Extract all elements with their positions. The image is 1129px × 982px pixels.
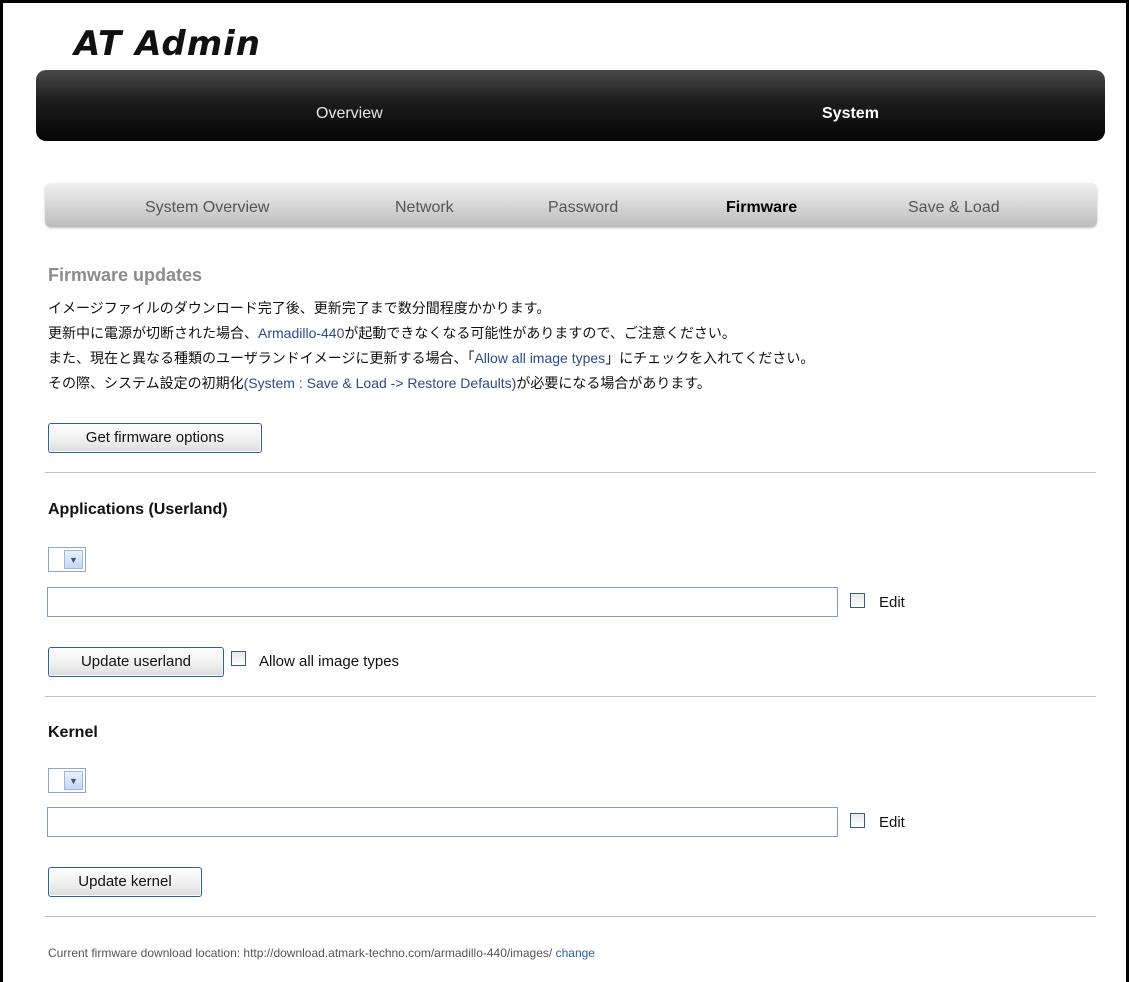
allow-all-image-types-label: Allow all image types bbox=[259, 653, 400, 670]
userland-edit-checkbox[interactable] bbox=[850, 593, 865, 608]
kernel-image-select[interactable]: ▼ bbox=[48, 768, 86, 793]
main-nav-overview[interactable]: Overview bbox=[316, 70, 383, 141]
sub-nav-network[interactable]: Network bbox=[395, 183, 454, 227]
chevron-down-icon[interactable]: ▼ bbox=[64, 550, 83, 569]
app-logo: AT Admin bbox=[74, 24, 261, 64]
kernel-edit-label: Edit bbox=[879, 814, 905, 831]
userland-url-input[interactable] bbox=[47, 587, 838, 617]
allow-all-reference: Allow all image types bbox=[474, 350, 606, 366]
restore-defaults-reference: (System : Save & Load -> Restore Default… bbox=[243, 375, 517, 391]
firmware-desc-line2: 更新中に電源が切断された場合、Armadillo-440が起動できなくなる可能性… bbox=[48, 323, 736, 343]
desc-text: その際、システム設定の初期化 bbox=[48, 375, 244, 391]
get-firmware-options-button[interactable]: Get firmware options bbox=[48, 423, 262, 453]
userland-edit-label: Edit bbox=[879, 594, 905, 611]
allow-all-image-types-checkbox[interactable] bbox=[231, 651, 246, 666]
divider bbox=[45, 916, 1096, 917]
divider bbox=[45, 472, 1096, 473]
armadillo-link: Armadillo-440 bbox=[258, 325, 345, 341]
kernel-heading: Kernel bbox=[48, 724, 98, 741]
sub-nav-firmware[interactable]: Firmware bbox=[726, 183, 797, 227]
main-nav: Overview System bbox=[36, 70, 1105, 141]
desc-text: また、現在と異なる種類のユーザランドイメージに更新する場合、「 bbox=[48, 350, 475, 366]
kernel-edit-checkbox[interactable] bbox=[850, 813, 865, 828]
sub-nav: System Overview Network Password Firmwar… bbox=[45, 183, 1097, 227]
update-kernel-button[interactable]: Update kernel bbox=[48, 867, 202, 897]
divider bbox=[45, 696, 1096, 697]
download-location-text: Current firmware download location: http… bbox=[48, 946, 553, 960]
desc-text: が必要になる場合があります。 bbox=[516, 375, 711, 391]
firmware-updates-title: Firmware updates bbox=[48, 265, 203, 285]
chevron-down-icon[interactable]: ▼ bbox=[64, 771, 83, 790]
sub-nav-save-load[interactable]: Save & Load bbox=[908, 183, 1000, 227]
desc-text: 」にチェックを入れてください。 bbox=[605, 350, 815, 366]
desc-text: が起動できなくなる可能性がありますので、ご注意ください。 bbox=[344, 325, 736, 341]
sub-nav-system-overview[interactable]: System Overview bbox=[145, 183, 269, 227]
update-userland-button[interactable]: Update userland bbox=[48, 647, 224, 677]
change-link[interactable]: change bbox=[556, 946, 595, 960]
sub-nav-password[interactable]: Password bbox=[548, 183, 618, 227]
firmware-desc-line1: イメージファイルのダウンロード完了後、更新完了まで数分間程度かかります。 bbox=[48, 300, 551, 316]
download-location-footer: Current firmware download location: http… bbox=[48, 946, 595, 960]
desc-text: 更新中に電源が切断された場合、 bbox=[48, 325, 258, 341]
kernel-url-input[interactable] bbox=[47, 807, 838, 837]
firmware-desc-line3: また、現在と異なる種類のユーザランドイメージに更新する場合、「Allow all… bbox=[48, 348, 814, 368]
userland-image-select[interactable]: ▼ bbox=[48, 547, 86, 572]
firmware-desc-line4: その際、システム設定の初期化(System : Save & Load -> R… bbox=[48, 373, 711, 393]
main-nav-system[interactable]: System bbox=[822, 70, 879, 141]
userland-heading: Applications (Userland) bbox=[48, 501, 228, 518]
